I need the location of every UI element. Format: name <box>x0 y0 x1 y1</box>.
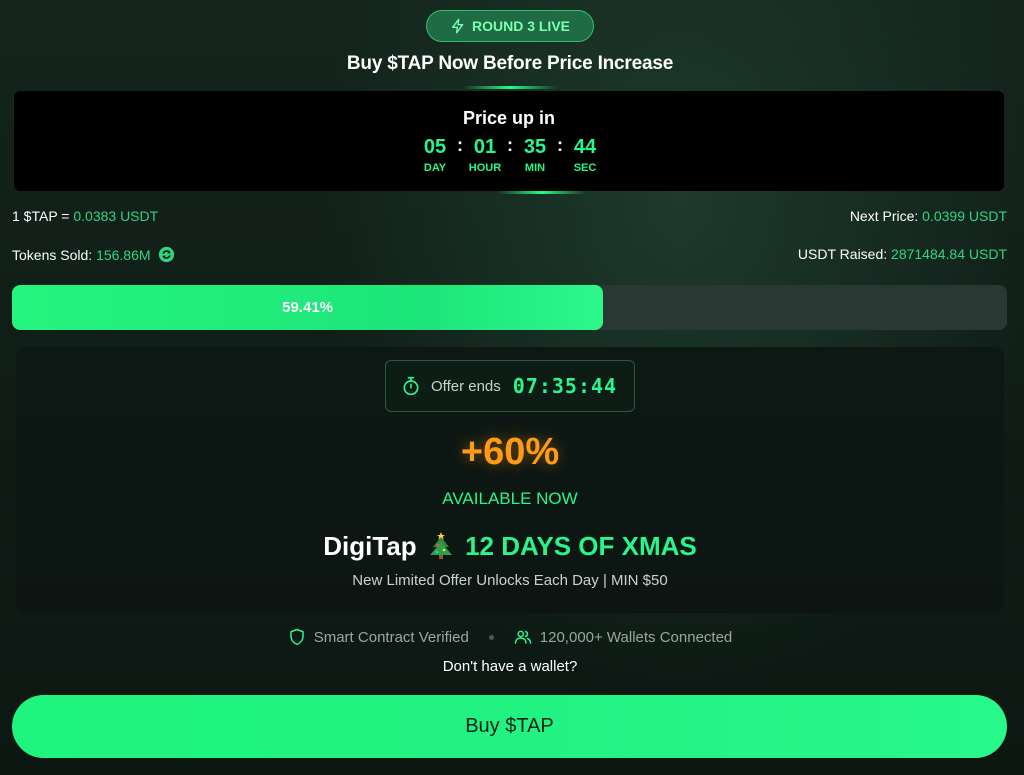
round-live-badge: ROUND 3 LIVE <box>426 10 594 42</box>
stopwatch-icon <box>403 376 419 396</box>
offer-timer: Offer ends 07:35:44 <box>385 360 635 412</box>
page-title: Buy $TAP Now Before Price Increase <box>346 53 674 74</box>
current-price: 1 $TAP = 0.0383 USDT <box>12 208 158 224</box>
countdown-title: Price up in <box>462 108 556 128</box>
countdown-sec: 44 SEC <box>555 136 615 174</box>
refresh-icon[interactable] <box>158 246 175 263</box>
tokens-sold: Tokens Sold: 156.86M <box>12 246 175 263</box>
countdown-panel: Price up in 05 DAY : 01 HOUR : 35 MIN : … <box>14 91 1004 191</box>
next-price-value: 0.0399 USDT <box>922 208 1007 224</box>
glow-divider-bottom <box>498 191 586 194</box>
christmas-tree-icon <box>429 532 452 559</box>
badge-label: ROUND 3 LIVE <box>471 18 570 34</box>
next-price: Next Price: 0.0399 USDT <box>850 208 1007 224</box>
tokens-sold-label: Tokens Sold: <box>12 247 93 263</box>
sale-progress-bar: 59.41% <box>12 285 1007 330</box>
offer-subtitle: New Limited Offer Unlocks Each Day | MIN… <box>352 572 668 589</box>
users-icon <box>514 630 532 644</box>
offer-card: Offer ends 07:35:44 +60% AVAILABLE NOW D… <box>16 347 1004 613</box>
countdown-sec-value: 44 <box>573 136 597 158</box>
offer-ends-label: Offer ends <box>431 377 501 395</box>
sale-progress-label: 59.41% <box>282 299 333 316</box>
lightning-icon <box>451 18 464 34</box>
usdt-raised-value: 2871484.84 USDT <box>891 246 1007 262</box>
no-wallet-link[interactable]: Don't have a wallet? <box>0 658 1020 675</box>
current-price-label: 1 $TAP = <box>12 208 70 224</box>
brand-name: DigiTap <box>323 531 417 561</box>
shield-icon <box>289 628 304 646</box>
countdown-sec-label: SEC <box>573 162 597 174</box>
usdt-raised-label: USDT Raised: <box>797 246 888 262</box>
availability-text: AVAILABLE NOW <box>442 489 578 508</box>
offer-ends-time: 07:35:44 <box>512 374 618 398</box>
current-price-value: 0.0383 USDT <box>73 208 159 224</box>
tokens-sold-value: 156.86M <box>96 247 151 263</box>
next-price-label: Next Price: <box>849 208 919 224</box>
wallets-text: 120,000+ Wallets Connected <box>539 628 733 646</box>
usdt-raised: USDT Raised: 2871484.84 USDT <box>798 246 1007 262</box>
trust-indicators: Smart Contract Verified 120,000+ Wallets… <box>0 628 1020 646</box>
glow-divider-top <box>462 86 558 89</box>
buy-tap-button[interactable]: Buy $TAP <box>12 695 1007 758</box>
separator-dot <box>488 634 494 640</box>
campaign-title: DigiTap 12 DAYS OF XMAS <box>16 531 1004 562</box>
bonus-percent: +60% <box>460 431 560 473</box>
campaign-name: 12 DAYS OF XMAS <box>465 531 697 561</box>
verified-text: Smart Contract Verified <box>313 628 469 646</box>
